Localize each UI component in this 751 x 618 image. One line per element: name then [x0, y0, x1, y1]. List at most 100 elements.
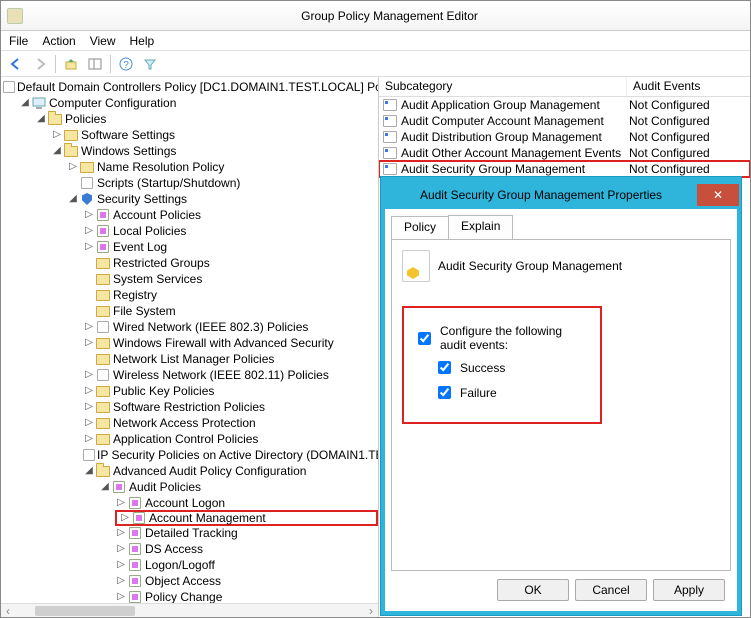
tree-root[interactable]: Default Domain Controllers Policy [DC1.D…: [3, 79, 378, 95]
expand-icon[interactable]: ▷: [83, 401, 95, 413]
success-checkbox-input[interactable]: [438, 361, 451, 374]
tree-aapc[interactable]: ◢Advanced Audit Policy Configuration: [83, 463, 378, 479]
expand-icon[interactable]: ▷: [83, 369, 95, 381]
expand-icon[interactable]: ▷: [83, 385, 95, 397]
tree-account-logon[interactable]: ▷Account Logon: [115, 495, 378, 511]
list-row[interactable]: Audit Application Group ManagementNot Co…: [379, 97, 750, 113]
list-row-selected[interactable]: Audit Security Group ManagementNot Confi…: [379, 161, 750, 177]
tree-account-policies[interactable]: ▷Account Policies: [83, 207, 378, 223]
back-button[interactable]: [5, 53, 27, 75]
tab-explain[interactable]: Explain: [448, 215, 513, 239]
tree-local-policies[interactable]: ▷Local Policies: [83, 223, 378, 239]
tree-label: Restricted Groups: [113, 255, 210, 271]
menu-view[interactable]: View: [90, 34, 116, 48]
tree-computer-config[interactable]: ◢Computer Configuration: [19, 95, 378, 111]
audit-cat-icon: [127, 526, 143, 540]
tree-policies[interactable]: ◢Policies: [35, 111, 378, 127]
tree-logon-logoff[interactable]: ▷Logon/Logoff: [115, 557, 378, 573]
tree-event-log[interactable]: ▷Event Log: [83, 239, 378, 255]
list-row[interactable]: Audit Computer Account ManagementNot Con…: [379, 113, 750, 129]
tree-acp[interactable]: ▷Application Control Policies: [83, 431, 378, 447]
scroll-right-icon[interactable]: ›: [364, 604, 378, 618]
expand-icon[interactable]: ▷: [67, 161, 79, 173]
tree-restricted-groups[interactable]: Restricted Groups: [83, 255, 378, 271]
tree-label: Network List Manager Policies: [113, 351, 274, 367]
folder-icon: [95, 304, 111, 318]
help-button[interactable]: ?: [115, 53, 137, 75]
tree-wireless[interactable]: ▷ Wireless Network (IEEE 802.11) Policies: [83, 367, 378, 383]
tab-policy[interactable]: Policy: [391, 216, 449, 240]
tree-account-management[interactable]: ▷Account Management: [115, 510, 378, 526]
tree-hscrollbar[interactable]: ‹ ›: [1, 603, 378, 617]
expand-icon[interactable]: ▷: [83, 225, 95, 237]
expand-icon[interactable]: ▷: [119, 512, 131, 524]
show-hide-tree-button[interactable]: [84, 53, 106, 75]
collapse-icon[interactable]: ◢: [99, 481, 111, 493]
tree-srp[interactable]: ▷Software Restriction Policies: [83, 399, 378, 415]
cancel-button[interactable]: Cancel: [575, 579, 647, 601]
expand-icon[interactable]: ▷: [115, 543, 127, 555]
collapse-icon[interactable]: ◢: [19, 97, 31, 109]
tree-system-services[interactable]: System Services: [83, 271, 378, 287]
configure-checkbox-input[interactable]: [418, 332, 431, 345]
expand-icon[interactable]: ▷: [115, 591, 127, 603]
policy-tree[interactable]: Default Domain Controllers Policy [DC1.D…: [1, 79, 378, 617]
expand-icon[interactable]: ▷: [51, 129, 63, 141]
forward-button[interactable]: [29, 53, 51, 75]
tree-pane[interactable]: Default Domain Controllers Policy [DC1.D…: [1, 77, 379, 617]
tree-security-settings[interactable]: ◢Security Settings: [67, 191, 378, 207]
collapse-icon[interactable]: ◢: [51, 145, 63, 157]
tree-netlist[interactable]: Network List Manager Policies: [83, 351, 378, 367]
close-icon: ✕: [713, 188, 723, 202]
col-subcategory[interactable]: Subcategory: [379, 77, 627, 96]
tree-scripts[interactable]: Scripts (Startup/Shutdown): [67, 175, 378, 191]
expand-icon[interactable]: ▷: [115, 497, 127, 509]
collapse-icon[interactable]: ◢: [35, 113, 47, 125]
tree-file-system[interactable]: File System: [83, 303, 378, 319]
up-button[interactable]: [60, 53, 82, 75]
tree-registry[interactable]: Registry: [83, 287, 378, 303]
expand-icon[interactable]: ▷: [83, 241, 95, 253]
tree-firewall[interactable]: ▷Windows Firewall with Advanced Security: [83, 335, 378, 351]
filter-button[interactable]: [139, 53, 161, 75]
expand-icon[interactable]: ▷: [83, 433, 95, 445]
expand-icon[interactable]: ▷: [83, 209, 95, 221]
ok-button[interactable]: OK: [497, 579, 569, 601]
failure-checkbox-input[interactable]: [438, 386, 451, 399]
dialog-titlebar[interactable]: Audit Security Group Management Properti…: [385, 181, 737, 209]
menu-action[interactable]: Action: [42, 34, 75, 48]
collapse-icon[interactable]: ◢: [83, 465, 95, 477]
success-checkbox[interactable]: Success: [434, 358, 586, 377]
expand-icon[interactable]: ▷: [115, 527, 127, 539]
scroll-thumb[interactable]: [35, 606, 135, 616]
tree-object-access[interactable]: ▷Object Access: [115, 573, 378, 589]
expand-icon[interactable]: ▷: [83, 337, 95, 349]
expand-icon[interactable]: ▷: [115, 559, 127, 571]
tree-nap[interactable]: ▷Network Access Protection: [83, 415, 378, 431]
expand-icon[interactable]: ▷: [83, 321, 95, 333]
configure-checkbox[interactable]: Configure the following audit events:: [414, 324, 586, 352]
tree-windows-settings[interactable]: ◢Windows Settings: [51, 143, 378, 159]
tree-audit-policies[interactable]: ◢Audit Policies: [99, 479, 378, 495]
expand-icon[interactable]: ▷: [83, 417, 95, 429]
menu-help[interactable]: Help: [130, 34, 155, 48]
tree-pki[interactable]: ▷Public Key Policies: [83, 383, 378, 399]
apply-button[interactable]: Apply: [653, 579, 725, 601]
scroll-left-icon[interactable]: ‹: [1, 604, 15, 618]
tree-wired[interactable]: ▷Wired Network (IEEE 802.3) Policies: [83, 319, 378, 335]
collapse-icon[interactable]: ◢: [67, 193, 79, 205]
tree-software-settings[interactable]: ▷Software Settings: [51, 127, 378, 143]
list-row[interactable]: Audit Other Account Management EventsNot…: [379, 145, 750, 161]
tree-ds-access[interactable]: ▷DS Access: [115, 541, 378, 557]
tree-name-resolution[interactable]: ▷Name Resolution Policy: [67, 159, 378, 175]
failure-checkbox[interactable]: Failure: [434, 383, 586, 402]
tree-label: Wireless Network (IEEE 802.11) Policies: [113, 367, 329, 383]
menu-file[interactable]: File: [9, 34, 28, 48]
col-audit-events[interactable]: Audit Events: [627, 77, 750, 96]
tree-ipsec[interactable]: IP Security Policies on Active Directory…: [83, 447, 378, 463]
list-row[interactable]: Audit Distribution Group ManagementNot C…: [379, 129, 750, 145]
expand-icon[interactable]: ▷: [115, 575, 127, 587]
row-name: Audit Computer Account Management: [401, 114, 604, 128]
close-button[interactable]: ✕: [697, 184, 739, 206]
tree-detailed-tracking[interactable]: ▷Detailed Tracking: [115, 525, 378, 541]
